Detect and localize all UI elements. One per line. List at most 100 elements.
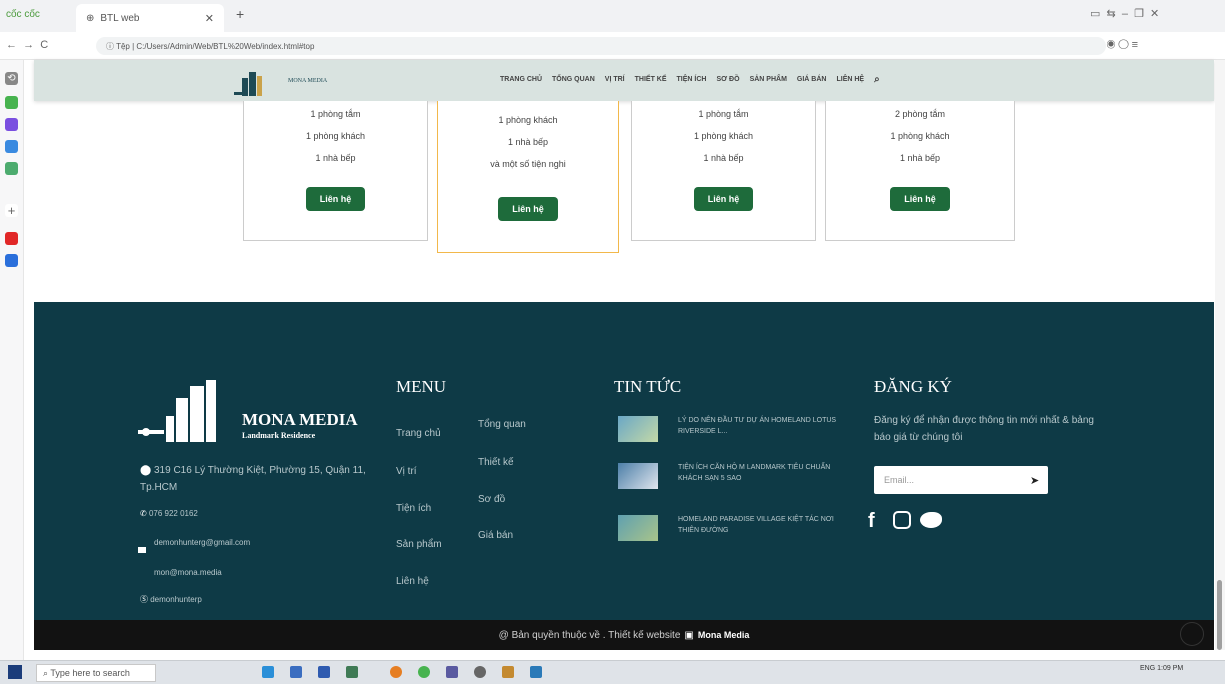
scroll-thumb[interactable] — [1217, 580, 1222, 650]
add-icon[interactable]: + — [5, 204, 18, 217]
nav-so-do[interactable]: SƠ ĐỒ — [716, 76, 739, 85]
notes-icon[interactable] — [5, 140, 18, 153]
contact-button[interactable]: Liên hệ — [693, 187, 754, 211]
search-icon[interactable]: ⌕ — [874, 74, 880, 85]
news-item[interactable]: LÝ DO NÊN ĐẦU TƯ DỰ ÁN HOMELAND LOTUS RI… — [678, 415, 848, 437]
menu-so-do[interactable]: Sơ đồ — [478, 494, 505, 505]
signup-text: Đăng ký để nhận được thông tin mới nhất … — [874, 415, 1094, 443]
news-thumbnail[interactable] — [618, 416, 658, 442]
email-input[interactable]: Email... — [874, 466, 1048, 494]
news-thumbnail[interactable] — [618, 515, 658, 541]
product-card-active: 1 phòng khách 1 nhà bếp và một số tiện n… — [437, 101, 619, 253]
close-tab-icon[interactable]: ✕ — [205, 12, 214, 25]
window-controls[interactable]: ▭ ⇆ – ❐ ✕ — [1090, 7, 1159, 20]
footer-skype[interactable]: Ⓢ demonhunterp — [140, 594, 202, 605]
browser-sidebar: ⟲ + — [0, 60, 24, 660]
facebook-icon[interactable] — [5, 254, 18, 267]
nav-trang-chu[interactable]: TRANG CHỦ — [500, 76, 542, 85]
new-tab-icon[interactable]: + — [236, 6, 244, 22]
menu-gia-ban[interactable]: Giá bán — [478, 530, 513, 541]
copyright-brand[interactable]: Mona Media — [698, 630, 750, 640]
files-icon[interactable] — [346, 666, 358, 678]
copyright-bar: @ Bản quyền thuộc về . Thiết kế website … — [34, 620, 1214, 650]
signup-heading: ĐĂNG KÝ — [874, 377, 952, 396]
news-item[interactable]: TIỆN ÍCH CĂN HỘ M LANDMARK TIÊU CHUẨN KH… — [678, 462, 848, 484]
card-line: và một số tiện nghi — [490, 159, 566, 169]
address-bar[interactable]: ⓘ Tệp | C:/Users/Admin/Web/BTL%20Web/ind… — [96, 37, 1106, 55]
store-icon[interactable] — [318, 666, 330, 678]
product-card: 1 phòng tắm 1 phòng khách 1 nhà bếp Liên… — [243, 101, 428, 241]
product-card: 2 phòng tắm 1 phòng khách 1 nhà bếp Liên… — [825, 101, 1015, 241]
skype-text: demonhunterp — [150, 595, 202, 604]
card-line: 1 nhà bếp — [315, 153, 356, 163]
nav-thiet-ke[interactable]: THIẾT KẾ — [635, 76, 667, 85]
footer-brand-sub: Landmark Residence — [242, 431, 316, 440]
footer-address: ⬤ 319 C16 Lý Thường Kiệt, Phường 15, Quậ… — [140, 462, 370, 496]
card-line: 2 phòng tắm — [894, 109, 946, 119]
card-line: 1 phòng khách — [305, 131, 366, 141]
url-prefix: Tệp — [116, 42, 130, 51]
settings-icon[interactable] — [474, 666, 486, 678]
messenger-icon[interactable] — [5, 118, 18, 131]
menu-tien-ich[interactable]: Tiện ích — [396, 503, 431, 514]
card-line: 1 phòng khách — [890, 131, 950, 141]
globe-icon: ⊕ — [86, 12, 95, 24]
site-logo[interactable]: MONA MEDIA — [232, 64, 327, 98]
card-line: 1 nhà bếp — [703, 153, 744, 163]
nav-arrows-icon[interactable]: ← → C — [6, 39, 48, 51]
games-icon[interactable] — [5, 162, 18, 175]
back-to-top-button[interactable] — [1180, 622, 1204, 646]
taskbar-clock[interactable]: ENG 1:09 PM — [1140, 665, 1183, 673]
history-icon[interactable]: ⟲ — [5, 72, 18, 85]
card-line: 1 nhà bếp — [507, 137, 549, 147]
nav-lien-he[interactable]: LIÊN HỆ — [836, 76, 864, 85]
facebook-social-icon[interactable]: f — [868, 510, 875, 533]
footer-email1[interactable]: demonhunterg@gmail.com — [154, 538, 250, 547]
send-icon[interactable]: ➤ — [1030, 474, 1039, 487]
menu-lien-he[interactable]: Liên hệ — [396, 576, 429, 587]
app-icon[interactable] — [446, 666, 458, 678]
chrome-icon[interactable] — [390, 666, 402, 678]
chat-icon[interactable] — [5, 96, 18, 109]
address-text: 319 C16 Lý Thường Kiệt, Phường 15, Quận … — [140, 465, 366, 493]
taskbar-search-text: Type here to search — [50, 668, 130, 678]
page-scrollbar[interactable] — [1215, 60, 1225, 650]
contact-button[interactable]: Liên hệ — [890, 187, 950, 211]
footer-phone: ✆ 076 922 0162 — [140, 509, 198, 518]
news-item[interactable]: HOMELAND PARADISE VILLAGE KIỆT TÁC NƠI T… — [678, 514, 848, 536]
edge-icon[interactable] — [262, 666, 274, 678]
footer-brand: MONA MEDIA — [242, 410, 358, 429]
instagram-icon[interactable] — [893, 511, 911, 529]
nav-vi-tri[interactable]: VỊ TRÍ — [605, 76, 625, 85]
menu-vi-tri[interactable]: Vị trí — [396, 466, 417, 477]
card-line: 1 phòng tắm — [310, 109, 361, 119]
news-thumbnail[interactable] — [618, 463, 658, 489]
mona-small-icon: ▣ — [684, 629, 694, 641]
nav-gia-ban[interactable]: GIÁ BÁN — [797, 76, 827, 85]
contact-button[interactable]: Liên hệ — [498, 197, 558, 221]
footer-email2[interactable]: mon@mona.media — [154, 568, 222, 577]
coccoc-icon[interactable] — [418, 666, 430, 678]
browser-app-name: cốc cốc — [6, 9, 40, 20]
mail-icon[interactable] — [290, 666, 302, 678]
app-icon[interactable] — [502, 666, 514, 678]
taskbar-search[interactable]: ⌕ Type here to search — [36, 664, 156, 682]
youtube-icon[interactable] — [5, 232, 18, 245]
menu-trang-chu[interactable]: Trang chủ — [396, 428, 441, 439]
windows-taskbar — [0, 660, 1225, 684]
logo-text: MONA MEDIA — [288, 78, 328, 84]
menu-san-pham[interactable]: Sản phẩm — [396, 539, 442, 550]
nav-tong-quan[interactable]: TỔNG QUAN — [552, 76, 595, 85]
twitter-icon[interactable] — [920, 512, 942, 528]
menu-tong-quan[interactable]: Tổng quan — [478, 419, 526, 430]
menu-thiet-ke[interactable]: Thiết kế — [478, 457, 514, 468]
app-icon[interactable] — [530, 666, 542, 678]
email-icon — [138, 547, 146, 553]
browser-tab[interactable]: ⊕ BTL web ✕ — [76, 4, 224, 32]
nav-san-pham[interactable]: SẢN PHẨM — [750, 76, 787, 85]
card-line: 1 nhà bếp — [899, 153, 941, 163]
nav-tien-ich[interactable]: TIỆN ÍCH — [677, 76, 707, 85]
product-card: 1 phòng tắm 1 phòng khách 1 nhà bếp Liên… — [631, 101, 816, 241]
contact-button[interactable]: Liên hệ — [305, 187, 366, 211]
windows-start-icon[interactable] — [8, 665, 22, 679]
